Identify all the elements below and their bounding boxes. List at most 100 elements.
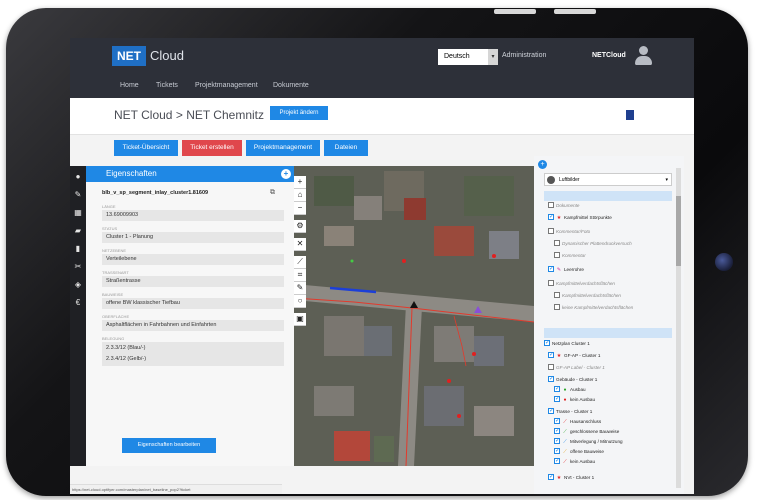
app-logo[interactable]: NET — [112, 46, 146, 66]
layer-row[interactable]: Dynamischer Plattendruckversuch — [554, 239, 632, 248]
gear-icon[interactable]: ⚙ — [294, 220, 306, 233]
euro-icon[interactable]: € — [73, 298, 83, 308]
checkbox-checked[interactable] — [554, 427, 560, 435]
language-select[interactable]: Deutsch — [438, 49, 488, 65]
checkbox-checked[interactable] — [548, 407, 554, 415]
layer-row[interactable]: Kommentar/Foto — [548, 227, 590, 236]
map-roof — [324, 226, 354, 246]
chevron-down-icon[interactable]: ▾ — [488, 49, 498, 65]
grid-icon[interactable]: ▦ — [73, 208, 83, 218]
tool-icon[interactable]: ✂ — [73, 262, 83, 272]
checkbox[interactable] — [548, 279, 554, 286]
checkbox-checked[interactable] — [544, 339, 550, 347]
layer-row[interactable]: ★NVt - Cluster 1 — [548, 473, 594, 482]
map-point-red[interactable] — [447, 379, 451, 383]
projektmanagement-button[interactable]: Projektmanagement — [246, 140, 320, 156]
layer-row[interactable]: GF-AP Label - Cluster 1 — [548, 363, 605, 372]
layer-row[interactable]: ⟋offene Bauweise — [554, 447, 604, 456]
map-view[interactable] — [294, 166, 534, 466]
layer-group-header[interactable] — [544, 191, 672, 201]
layer-label: kein Ausbau — [570, 459, 596, 464]
map-point-red[interactable] — [492, 254, 496, 258]
avatar[interactable] — [634, 46, 652, 66]
zoom-out-icon[interactable]: − — [294, 202, 306, 215]
ticket-overview-button[interactable]: Ticket-Übersicht — [114, 140, 178, 156]
home-icon[interactable]: ⌂ — [294, 189, 306, 202]
layer-row[interactable]: keine Kampfmittelverdachtsflächen — [554, 303, 633, 312]
avatar-body — [635, 56, 652, 65]
checkbox-checked[interactable] — [548, 351, 554, 359]
layer-row[interactable]: Trasse - Cluster 1 — [548, 407, 592, 416]
info-icon[interactable]: ● — [73, 172, 83, 182]
checkbox-checked[interactable] — [548, 213, 554, 221]
layer-row[interactable]: ⟋geschlossene Bauweise — [554, 427, 619, 436]
basemap-select[interactable]: Luftbilder ▾ — [544, 173, 672, 186]
checkbox[interactable] — [554, 291, 560, 298]
change-project-button[interactable]: Projekt ändern — [270, 106, 328, 120]
checkbox-checked[interactable] — [548, 265, 554, 273]
layer-row[interactable]: ●Ausbau — [554, 385, 586, 394]
checkbox[interactable] — [548, 363, 554, 370]
measure-line-icon[interactable]: ⟋ — [294, 256, 306, 269]
layer-row[interactable]: Dokumente — [548, 201, 580, 210]
checkbox-checked[interactable] — [554, 385, 560, 393]
add-layer-icon[interactable]: + — [538, 160, 547, 169]
map-point-red[interactable] — [457, 414, 461, 418]
create-ticket-button[interactable]: Ticket erstellen — [182, 140, 242, 156]
checkbox-checked[interactable] — [548, 375, 554, 383]
checkbox-checked[interactable] — [554, 395, 560, 403]
document-icon[interactable]: ▮ — [73, 244, 83, 254]
layer-group-header[interactable] — [544, 328, 672, 338]
nav-projektmanagement[interactable]: Projektmanagement — [195, 82, 258, 89]
layer-row[interactable]: Netzplan Cluster 1 — [544, 339, 590, 348]
checkbox[interactable] — [554, 239, 560, 246]
print-icon[interactable]: ▣ — [294, 313, 306, 326]
checkbox-checked[interactable] — [554, 417, 560, 425]
checkbox[interactable] — [548, 227, 554, 234]
nav-tickets[interactable]: Tickets — [156, 82, 178, 89]
layer-row[interactable]: Kampfmittelverdachtsflächen — [548, 279, 615, 288]
layer-row[interactable]: Gebäude - Cluster 1 — [548, 375, 597, 384]
scrollbar-thumb[interactable] — [676, 196, 681, 266]
files-button[interactable]: Dateien — [324, 140, 368, 156]
map-point-green[interactable] — [350, 259, 354, 263]
layers-icon[interactable]: ◈ — [73, 280, 83, 290]
layer-row[interactable]: ★Kampfmittel Störpunkte — [548, 213, 612, 222]
checkbox-checked[interactable] — [554, 447, 560, 455]
tablet-frame: NET Cloud Deutsch ▾ Administration NETCl… — [6, 8, 748, 496]
breadcrumb-parent[interactable]: NET Cloud — [114, 108, 172, 122]
copy-icon[interactable]: ⧉ — [270, 189, 275, 197]
layer-row[interactable]: ⟋kein Ausbau — [554, 457, 596, 466]
checkbox[interactable] — [554, 251, 560, 258]
layer-row[interactable]: Kampfmittelverdachtsflächen — [554, 291, 621, 300]
measure-area-icon[interactable]: ⌗ — [294, 269, 306, 282]
nav-home[interactable]: Home — [120, 82, 139, 89]
line-icon: ⟋ — [563, 429, 567, 435]
layer-row[interactable]: ⟋Mitverlegung / Mitnutzung — [554, 437, 623, 446]
map-point-red[interactable] — [472, 352, 476, 356]
draw-icon[interactable]: ✎ — [294, 282, 306, 295]
checkbox-checked[interactable] — [548, 473, 554, 481]
admin-link[interactable]: Administration — [502, 52, 546, 59]
map-controls: + ⌂ − ⚙ ✕ ⟋ ⌗ ✎ ○ ▣ — [294, 176, 306, 346]
nav-dokumente[interactable]: Dokumente — [273, 82, 309, 89]
pen-icon[interactable]: ✎ — [73, 190, 83, 200]
layer-row[interactable]: ★GF-AP - Cluster 1 — [548, 351, 600, 360]
checkbox[interactable] — [554, 303, 560, 310]
comment-icon[interactable]: ▰ — [73, 226, 83, 236]
circle-icon[interactable]: ○ — [294, 295, 306, 308]
map-point-red[interactable] — [402, 259, 406, 263]
edit-properties-button[interactable]: Eigenschaften bearbeiten — [122, 438, 216, 453]
layer-row[interactable]: ✎Leerrohre — [548, 265, 584, 274]
layer-row[interactable]: ●kein Ausbau — [554, 395, 595, 404]
layer-row[interactable]: ⟋Hausanschluss — [554, 417, 601, 426]
user-name[interactable]: NETCloud — [592, 52, 626, 59]
checkbox[interactable] — [548, 201, 554, 208]
breadcrumb-separator: > — [175, 108, 183, 122]
add-icon[interactable]: + — [281, 169, 291, 179]
checkbox-checked[interactable] — [554, 457, 560, 465]
zoom-in-icon[interactable]: + — [294, 176, 306, 189]
layer-row[interactable]: Kommentar — [554, 251, 586, 260]
close-icon[interactable]: ✕ — [294, 238, 306, 251]
checkbox-checked[interactable] — [554, 437, 560, 445]
